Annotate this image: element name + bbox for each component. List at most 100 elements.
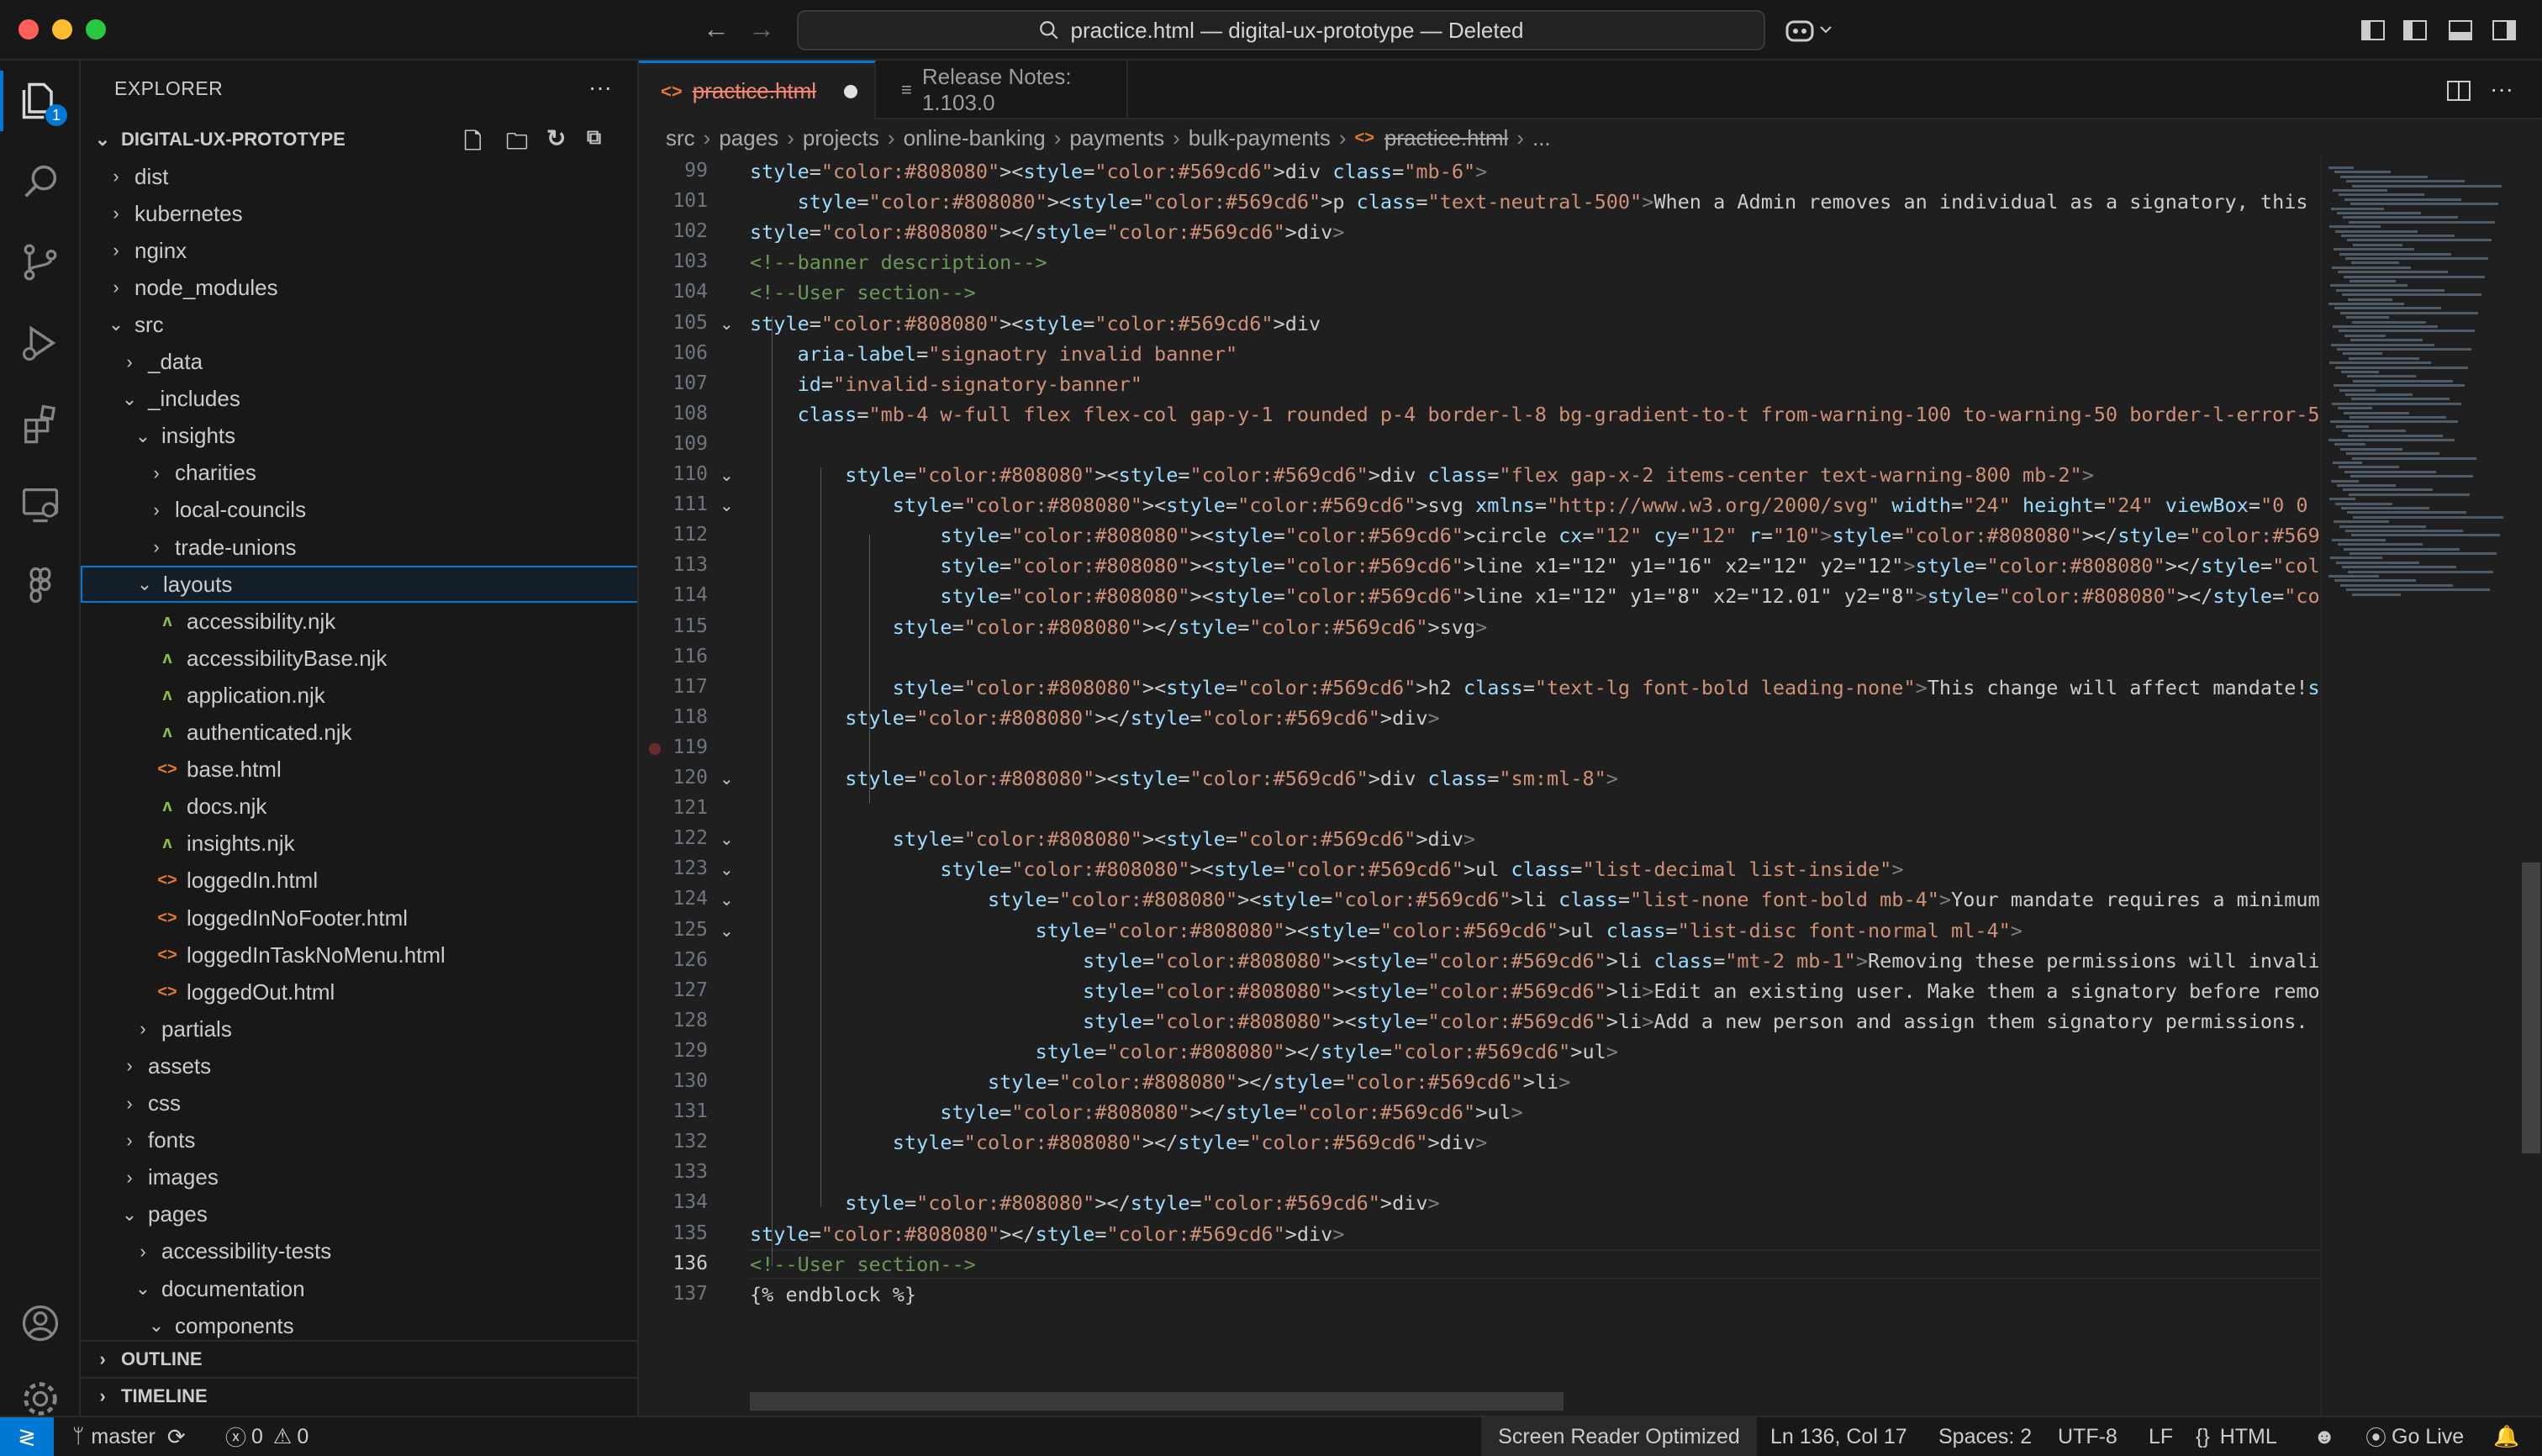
code-line[interactable]: {% endblock %} bbox=[750, 1283, 916, 1306]
code-line[interactable]: style="color:#808080"></style="color:#56… bbox=[750, 615, 1487, 639]
fold-chevron-icon[interactable]: ⌄ bbox=[720, 495, 734, 516]
fold-chevron-icon[interactable]: ⌄ bbox=[720, 768, 734, 789]
remote-indicator-icon[interactable]: ≷ bbox=[0, 1417, 54, 1456]
file-item[interactable]: ʌ application.njk bbox=[81, 677, 637, 714]
indentation-status[interactable]: Spaces: 2 bbox=[1938, 1417, 2032, 1456]
code-line[interactable]: id="invalid-signatory-banner" bbox=[750, 372, 1142, 396]
folder-item[interactable]: ⌄ pages bbox=[81, 1196, 637, 1233]
folder-item[interactable]: › node_modules bbox=[81, 269, 637, 306]
screen-reader-status[interactable]: Screen Reader Optimized bbox=[1481, 1417, 1757, 1456]
folder-item[interactable]: › assets bbox=[81, 1047, 637, 1084]
fold-chevron-icon[interactable]: ⌄ bbox=[720, 889, 734, 910]
code-line[interactable]: style="color:#808080"></style="color:#56… bbox=[750, 1222, 1344, 1246]
toggle-secondary-sidebar-icon[interactable] bbox=[2492, 18, 2517, 42]
code-line[interactable]: style="color:#808080"></style="color:#56… bbox=[750, 1131, 1487, 1154]
code-line[interactable]: aria-label="signaotry invalid banner" bbox=[750, 342, 1238, 366]
code-line[interactable]: style="color:#808080"><style="color:#569… bbox=[750, 827, 1475, 851]
cursor-position[interactable]: Ln 136, Col 17 bbox=[1770, 1417, 1907, 1456]
code-line[interactable]: style="color:#808080"><style="color:#569… bbox=[750, 524, 2320, 547]
folder-item[interactable]: › trade-unions bbox=[81, 529, 637, 566]
search-view-button[interactable] bbox=[13, 155, 67, 208]
workspace-root[interactable]: ⌄ DIGITAL-UX-PROTOTYPE 🗋 🗀 ↻ ⧉ bbox=[81, 121, 637, 158]
code-line[interactable]: style="color:#808080"></style="color:#56… bbox=[750, 706, 1439, 730]
branch-status[interactable]: ᛘ master ⟳ bbox=[72, 1417, 186, 1456]
file-item[interactable]: <> base.html bbox=[81, 752, 637, 789]
refresh-icon[interactable]: ↻ bbox=[546, 124, 566, 152]
eol-status[interactable]: LF bbox=[2149, 1417, 2173, 1456]
folder-item[interactable]: ⌄ documentation bbox=[81, 1270, 637, 1307]
file-item[interactable]: ʌ accessibilityBase.njk bbox=[81, 640, 637, 677]
folder-item[interactable]: ⌄ components bbox=[81, 1307, 637, 1344]
more-actions-icon[interactable]: ··· bbox=[588, 74, 612, 101]
go-live-status[interactable]: ⦿ Go Live bbox=[2365, 1417, 2464, 1456]
extensions-button[interactable] bbox=[13, 397, 67, 451]
horizontal-scrollbar[interactable] bbox=[750, 1392, 1564, 1411]
code-line[interactable]: style="color:#808080"><style="color:#569… bbox=[750, 1010, 2320, 1033]
code-line[interactable]: style="color:#808080"></style="color:#56… bbox=[750, 1040, 1618, 1063]
folder-item[interactable]: › _data bbox=[81, 344, 637, 381]
breadcrumb-item[interactable]: payments bbox=[1069, 125, 1164, 151]
remote-explorer-button[interactable] bbox=[13, 477, 67, 531]
encoding-status[interactable]: UTF-8 bbox=[2058, 1417, 2117, 1456]
code-line[interactable]: style="color:#808080"></style="color:#56… bbox=[750, 220, 1344, 244]
collapse-all-icon[interactable]: ⧉ bbox=[587, 126, 601, 150]
code-line[interactable]: style="color:#808080"><style="color:#569… bbox=[750, 312, 1321, 335]
command-center[interactable]: practice.html — digital-ux-prototype — D… bbox=[797, 10, 1765, 50]
breakpoint-hint-icon[interactable] bbox=[649, 742, 661, 755]
explorer-button[interactable]: 1 bbox=[13, 74, 67, 128]
file-item[interactable]: <> loggedInNoFooter.html bbox=[81, 899, 637, 936]
code-line[interactable]: style="color:#808080"><style="color:#569… bbox=[750, 584, 2320, 608]
fold-chevron-icon[interactable]: ⌄ bbox=[720, 314, 734, 335]
copilot-status-icon[interactable]: ☻ bbox=[2313, 1417, 2335, 1456]
breadcrumb-item[interactable]: practice.html bbox=[1384, 125, 1508, 151]
file-item[interactable]: ʌ accessibility.njk bbox=[81, 603, 637, 640]
file-item[interactable]: ʌ insights.njk bbox=[81, 826, 637, 863]
code-line[interactable]: style="color:#808080"><style="color:#569… bbox=[750, 919, 2023, 942]
code-line[interactable]: style="color:#808080"><style="color:#569… bbox=[750, 160, 1487, 183]
folder-item[interactable]: ⌄ insights bbox=[81, 418, 637, 455]
fold-chevron-icon[interactable]: ⌄ bbox=[720, 859, 734, 880]
code-line[interactable]: style="color:#808080"><style="color:#569… bbox=[750, 949, 2320, 973]
folder-item[interactable]: ⌄ _includes bbox=[81, 381, 637, 418]
fold-chevron-icon[interactable]: ⌄ bbox=[720, 829, 734, 850]
code-line[interactable]: style="color:#808080"><style="color:#569… bbox=[750, 979, 2320, 1003]
copilot-icon[interactable] bbox=[1785, 17, 1836, 44]
code-line[interactable]: class="mb-4 w-full flex flex-col gap-y-1… bbox=[750, 403, 2320, 426]
code-line[interactable]: <!--banner description--> bbox=[750, 251, 1047, 274]
folder-item[interactable]: ⌄ layouts bbox=[81, 566, 637, 604]
language-status[interactable]: {} HTML bbox=[2196, 1417, 2277, 1456]
toggle-primary-sidebar-icon[interactable] bbox=[2402, 18, 2428, 42]
file-item[interactable]: ʌ authenticated.njk bbox=[81, 715, 637, 752]
code-line[interactable]: style="color:#808080"><style="color:#569… bbox=[750, 463, 2094, 487]
fold-chevron-icon[interactable]: ⌄ bbox=[720, 921, 734, 942]
folder-item[interactable]: › local-councils bbox=[81, 492, 637, 529]
folder-item[interactable]: › charities bbox=[81, 455, 637, 492]
back-arrow-icon[interactable]: ← bbox=[703, 13, 730, 45]
breadcrumb-item[interactable]: src bbox=[666, 125, 695, 151]
code-line[interactable]: <!--User section--> bbox=[750, 1253, 976, 1276]
code-line[interactable]: style="color:#808080"><style="color:#569… bbox=[750, 767, 1618, 790]
folder-item[interactable]: › accessibility-tests bbox=[81, 1233, 637, 1270]
code-line[interactable]: style="color:#808080"></style="color:#56… bbox=[750, 1100, 1522, 1124]
toggle-panel-icon[interactable] bbox=[2448, 18, 2473, 42]
breadcrumb-item[interactable]: ... bbox=[1532, 125, 1551, 151]
run-debug-button[interactable] bbox=[13, 316, 67, 370]
code-editor[interactable]: 99 style="color:#808080"><style="color:#5… bbox=[639, 156, 2320, 1416]
timeline-section[interactable]: › TIMELINE bbox=[81, 1377, 637, 1414]
file-item[interactable]: <> loggedInTaskNoMenu.html bbox=[81, 936, 637, 973]
breadcrumb-item[interactable]: pages bbox=[719, 125, 778, 151]
code-line[interactable]: style="color:#808080"><style="color:#569… bbox=[750, 676, 2320, 699]
more-actions-icon[interactable]: ··· bbox=[2490, 76, 2513, 103]
outline-section[interactable]: › OUTLINE bbox=[81, 1340, 637, 1377]
file-item[interactable]: <> loggedIn.html bbox=[81, 863, 637, 899]
minimap[interactable] bbox=[2320, 156, 2529, 1416]
folder-item[interactable]: › dist bbox=[81, 158, 637, 195]
code-line[interactable]: style="color:#808080"><style="color:#569… bbox=[750, 493, 2320, 517]
customize-layout-icon[interactable] bbox=[2360, 18, 2386, 42]
code-line[interactable]: style="color:#808080"><style="color:#569… bbox=[750, 190, 2320, 214]
breadcrumb-item[interactable]: online-banking bbox=[904, 125, 1046, 151]
file-item[interactable]: ʌ docs.njk bbox=[81, 789, 637, 826]
folder-item[interactable]: › images bbox=[81, 1159, 637, 1196]
folder-item[interactable]: ⌄ src bbox=[81, 306, 637, 343]
folder-item[interactable]: › nginx bbox=[81, 232, 637, 269]
